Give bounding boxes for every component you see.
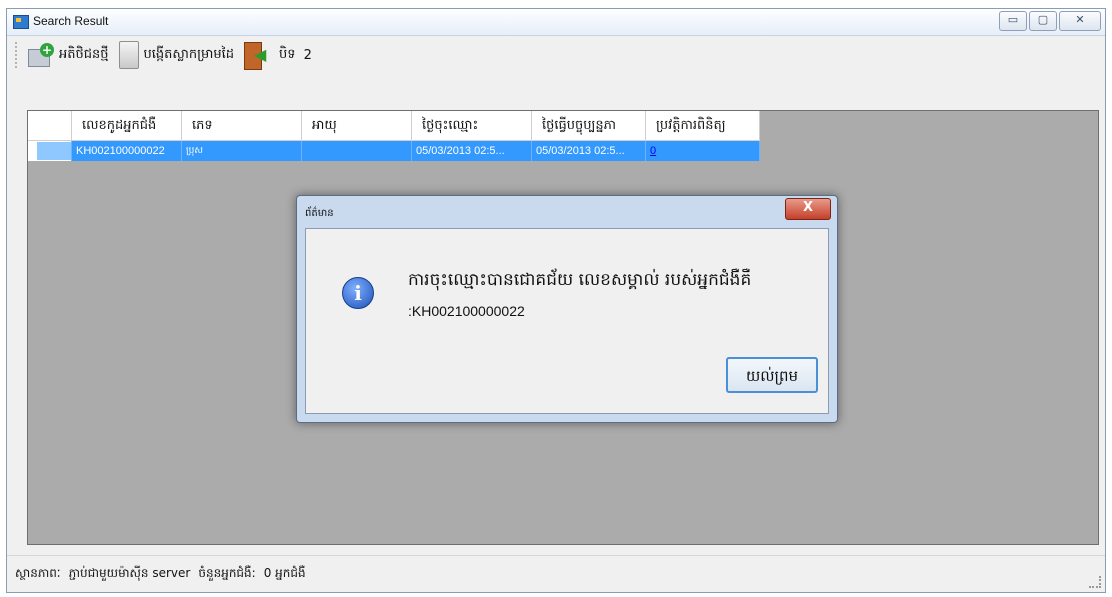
create-form-button[interactable]: បង្កើតស្លាកម្រាមដៃ	[118, 41, 235, 69]
app-icon	[13, 15, 29, 29]
information-icon: i	[342, 277, 374, 309]
table-row[interactable]: KH002100000022 ប្រុស 05/03/2013 02:5... …	[28, 141, 760, 161]
close-toolbar-button[interactable]: ◀ បិទ 2	[244, 42, 312, 70]
close-label: បិទ	[279, 46, 296, 62]
dialog-close-button[interactable]: X	[785, 198, 831, 220]
status-state-label: ស្ថានភាពៈ	[15, 566, 61, 580]
window-controls: ▭ ▢ ✕	[997, 11, 1101, 31]
size-grip[interactable]	[1089, 576, 1101, 588]
column-header-history[interactable]: ប្រវត្តិការពិនិត្យ	[646, 111, 760, 141]
ok-button[interactable]: យល់ព្រម	[726, 357, 818, 393]
toolbar-grip[interactable]	[15, 42, 20, 68]
column-header-sex[interactable]: ភេទ	[182, 111, 302, 141]
status-count-label: ចំនួនអ្នកជំងឺ:	[198, 566, 256, 580]
row-header[interactable]	[28, 141, 72, 161]
column-header-code[interactable]: លេខកូដអ្នកជំងឺ	[72, 111, 182, 141]
dialog-message-line1: ការចុះឈ្មោះបានជោគជ័យ លេខសម្គាល់ របស់អ្នក…	[408, 270, 752, 290]
status-bar: ស្ថានភាពៈ ភ្ជាប់ជាមួយម៉ាស៊ីន server ចំនួ…	[7, 555, 1105, 592]
title-bar[interactable]: Search Result ▭ ▢ ✕	[7, 9, 1105, 36]
new-patient-button[interactable]: + អតិថិជនថ្មី	[28, 43, 109, 67]
cell-sex[interactable]: ប្រុស	[182, 141, 302, 161]
row-header-corner	[28, 111, 72, 141]
toolbar: + អតិថិជនថ្មី បង្កើតស្លាកម្រាមដៃ ◀ បិទ 2	[7, 36, 1105, 74]
dialog-title: ព័ត៌មាន	[305, 208, 334, 219]
column-header-updated[interactable]: ថ្ងៃធ្វើបច្ចុប្បន្នភា	[532, 111, 646, 141]
row-selector[interactable]	[36, 141, 71, 161]
status-count-value: 0 អ្នកជំងឺ	[263, 566, 306, 580]
maximize-button[interactable]: ▢	[1029, 11, 1057, 31]
toolbar-extra-text: 2	[303, 47, 312, 63]
dialog-message-line2: :KH002100000022	[408, 303, 525, 319]
dialog-body: i ការចុះឈ្មោះបានជោគជ័យ លេខសម្គាល់ របស់អ្…	[305, 228, 829, 414]
cell-updated[interactable]: 05/03/2013 02:5...	[532, 141, 646, 161]
create-form-label: បង្កើតស្លាកម្រាមដៃ	[143, 46, 235, 62]
exit-door-icon: ◀	[244, 42, 274, 70]
add-patient-icon: +	[28, 43, 54, 67]
close-window-button[interactable]: ✕	[1059, 11, 1101, 31]
cell-registered[interactable]: 05/03/2013 02:5...	[412, 141, 532, 161]
new-patient-label: អតិថិជនថ្មី	[59, 46, 109, 62]
cell-age[interactable]	[302, 141, 412, 161]
window-title: Search Result	[33, 14, 109, 28]
cell-history-link[interactable]: 0	[646, 141, 760, 161]
column-header-age[interactable]: អាយុ	[302, 111, 412, 141]
cell-code[interactable]: KH002100000022	[72, 141, 182, 161]
column-header-registered[interactable]: ថ្ងៃចុះឈ្មោះ	[412, 111, 532, 141]
document-icon	[118, 41, 139, 69]
status-state-value: ភ្ជាប់ជាមួយម៉ាស៊ីន server	[68, 566, 191, 580]
minimize-button[interactable]: ▭	[999, 11, 1027, 31]
info-dialog: ព័ត៌មាន X i ការចុះឈ្មោះបានជោគជ័យ លេខសម្គ…	[296, 195, 838, 423]
grid-header: លេខកូដអ្នកជំងឺ ភេទ អាយុ ថ្ងៃចុះឈ្មោះ ថ្ង…	[28, 111, 760, 141]
